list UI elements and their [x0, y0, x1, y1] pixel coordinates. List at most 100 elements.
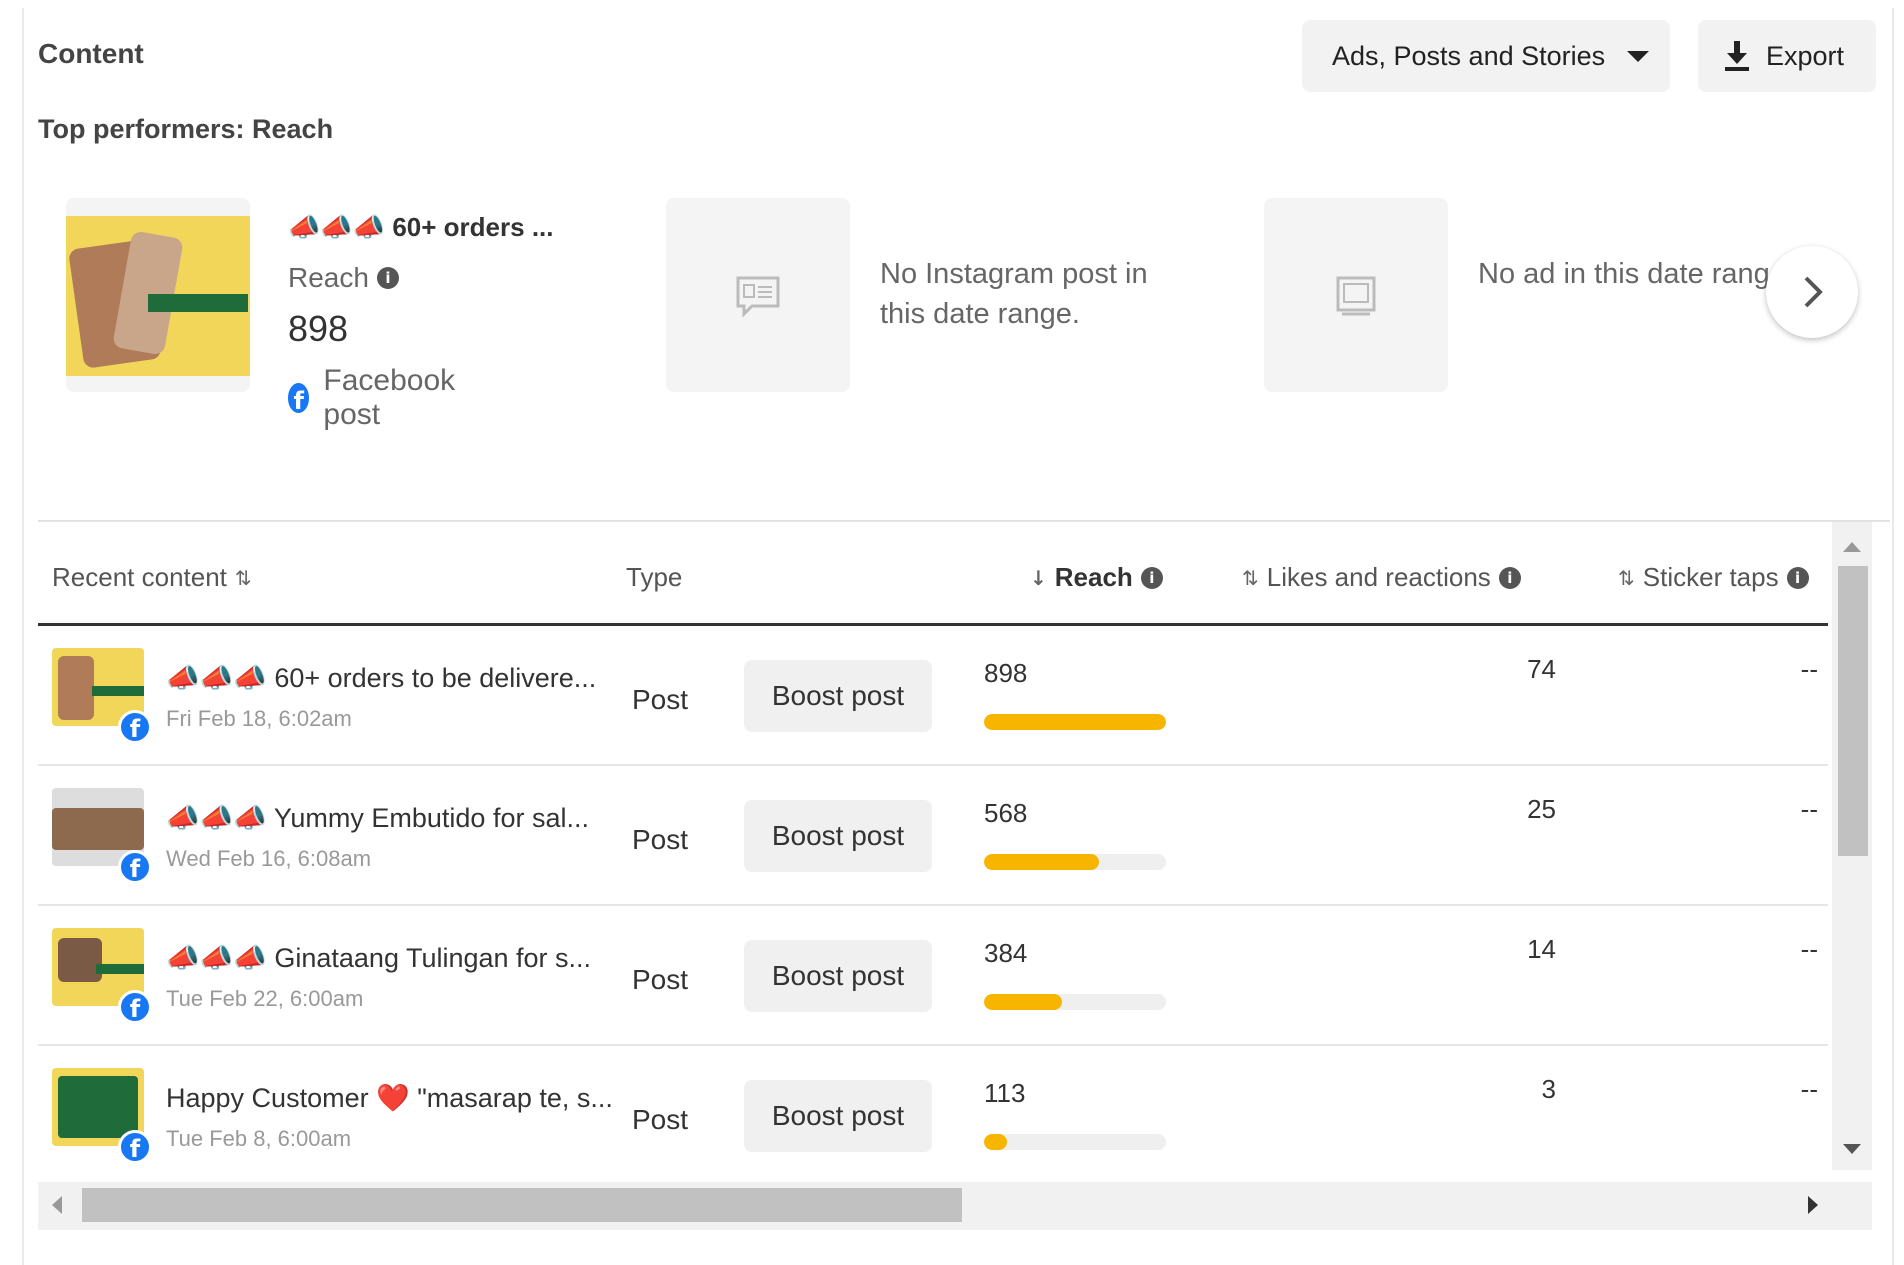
column-label: Sticker taps: [1642, 562, 1779, 592]
reach-value: 384: [984, 938, 1028, 968]
sort-icon: ⇅: [234, 565, 252, 590]
post-thumbnail[interactable]: f: [52, 1060, 152, 1164]
post-type-label: Facebook post: [323, 364, 456, 431]
sticker-taps-value: --: [1800, 934, 1818, 964]
export-label: Export: [1766, 40, 1845, 71]
column-type: Type: [626, 562, 682, 593]
horizontal-scrollbar[interactable]: [38, 1182, 1872, 1230]
chevron-right-icon: [1804, 276, 1823, 308]
table-row[interactable]: f Happy Customer ❤️ "masarap te, s... Tu…: [38, 1046, 1828, 1172]
column-label: Recent content: [52, 562, 227, 592]
facebook-icon: f: [118, 1130, 152, 1164]
post-type: Post: [632, 684, 689, 715]
column-sticker-taps[interactable]: ⇅ Sticker taps i: [1610, 562, 1809, 593]
facebook-icon: f: [118, 990, 152, 1024]
vertical-scrollbar[interactable]: [1832, 522, 1872, 1170]
info-icon[interactable]: i: [1786, 566, 1809, 589]
top-post-title[interactable]: 📣📣📣 60+ orders ...: [288, 212, 553, 243]
column-reach[interactable]: ↓ Reach i: [1022, 562, 1163, 593]
export-button[interactable]: Export: [1698, 20, 1876, 92]
reach-value: 898: [984, 658, 1028, 688]
post-thumbnail[interactable]: f: [52, 920, 152, 1024]
recent-content-table: Recent content ⇅ Type ↓ Reach i ⇅ Likes …: [38, 520, 1890, 1236]
reach-value: 898: [288, 308, 349, 349]
dropdown-label: Ads, Posts and Stories: [1332, 40, 1606, 71]
facebook-icon: f: [118, 850, 152, 884]
scroll-down-arrow-icon[interactable]: [1843, 1144, 1861, 1154]
column-likes[interactable]: ⇅ Likes and reactions i: [1234, 562, 1521, 593]
likes-value: 25: [1527, 794, 1556, 824]
post-type: Post: [632, 964, 689, 995]
content-card: Content Ads, Posts and Stories Export To…: [22, 8, 1894, 1265]
column-recent-content[interactable]: Recent content ⇅: [52, 562, 260, 593]
boost-post-button[interactable]: Boost post: [744, 660, 932, 732]
scroll-right-arrow-icon[interactable]: [1808, 1196, 1818, 1214]
content-type-dropdown[interactable]: Ads, Posts and Stories: [1302, 20, 1670, 92]
post-image: [66, 216, 250, 376]
post-thumbnail[interactable]: [66, 198, 250, 392]
column-label: Type: [626, 562, 683, 592]
likes-value: 14: [1527, 934, 1556, 964]
info-icon[interactable]: i: [1140, 566, 1163, 589]
post-date: Wed Feb 16, 6:08am: [166, 846, 372, 871]
page-title: Content: [38, 38, 144, 69]
post-title[interactable]: 📣📣📣 60+ orders to be delivere...: [166, 662, 596, 694]
reach-bar: [984, 994, 1166, 1010]
post-date: Tue Feb 8, 6:00am: [166, 1126, 352, 1151]
sticker-taps-value: --: [1800, 1074, 1818, 1104]
facebook-icon: f: [118, 710, 152, 744]
post-title[interactable]: Happy Customer ❤️ "masarap te, s...: [166, 1082, 613, 1114]
reach-value: 568: [984, 798, 1028, 828]
column-label: Likes and reactions: [1266, 562, 1491, 592]
scroll-up-arrow-icon[interactable]: [1843, 542, 1861, 552]
info-icon[interactable]: i: [1498, 566, 1521, 589]
table-row[interactable]: f 📣📣📣 Yummy Embutido for sal... Wed Feb …: [38, 766, 1828, 906]
facebook-icon: f: [288, 383, 310, 413]
post-thumbnail[interactable]: f: [52, 780, 152, 884]
likes-value: 3: [1541, 1074, 1556, 1104]
post-date: Fri Feb 18, 6:02am: [166, 706, 352, 731]
horizontal-scroll-thumb[interactable]: [82, 1188, 962, 1222]
post-type: Post: [632, 1104, 689, 1135]
sort-down-icon: ↓: [1030, 565, 1047, 590]
top-performers-heading: Top performers: Reach: [38, 114, 334, 144]
ad-placeholder-icon: [1336, 276, 1376, 316]
reach-bar-fill: [984, 854, 1100, 870]
next-button[interactable]: [1766, 246, 1858, 338]
ads-empty-text: No ad in this date range.: [1478, 258, 1794, 290]
sticker-taps-value: --: [1800, 794, 1818, 824]
reach-bar-fill: [984, 714, 1166, 730]
post-type: Post: [632, 824, 689, 855]
boost-post-button[interactable]: Boost post: [744, 800, 932, 872]
post-title[interactable]: 📣📣📣 Ginataang Tulingan for s...: [166, 942, 591, 974]
sticker-taps-value: --: [1800, 654, 1818, 684]
likes-value: 74: [1527, 654, 1556, 684]
sort-icon: ⇅: [1618, 565, 1635, 590]
reach-value: 113: [984, 1078, 1026, 1108]
ad-placeholder: [1264, 198, 1448, 392]
table-row[interactable]: f 📣📣📣 60+ orders to be delivere... Fri F…: [38, 626, 1828, 766]
reach-bar-fill: [984, 1134, 1007, 1150]
post-thumbnail[interactable]: f: [52, 640, 152, 744]
reach-bar: [984, 714, 1166, 730]
vertical-scroll-thumb[interactable]: [1838, 566, 1868, 856]
boost-post-button[interactable]: Boost post: [744, 1080, 932, 1152]
column-label: Reach: [1054, 562, 1133, 592]
caret-down-icon: [1627, 50, 1650, 62]
table-header: Recent content ⇅ Type ↓ Reach i ⇅ Likes …: [38, 522, 1828, 626]
post-date: Tue Feb 22, 6:00am: [166, 986, 364, 1011]
instagram-empty-text: No Instagram post in this date range.: [880, 258, 1148, 330]
table-row[interactable]: f 📣📣📣 Ginataang Tulingan for s... Tue Fe…: [38, 906, 1828, 1046]
reach-label-text: Reach: [288, 262, 369, 293]
download-icon: [1725, 41, 1749, 71]
instagram-post-placeholder-icon: [736, 276, 780, 318]
sort-icon: ⇅: [1242, 565, 1259, 590]
reach-bar-fill: [984, 994, 1062, 1010]
reach-bar: [984, 1134, 1166, 1150]
boost-post-button[interactable]: Boost post: [744, 940, 932, 1012]
post-title[interactable]: 📣📣📣 Yummy Embutido for sal...: [166, 802, 589, 834]
scroll-left-arrow-icon[interactable]: [52, 1196, 62, 1214]
reach-label: Reach i: [288, 262, 399, 294]
post-type: f Facebook post: [288, 364, 464, 432]
info-icon[interactable]: i: [376, 267, 399, 289]
